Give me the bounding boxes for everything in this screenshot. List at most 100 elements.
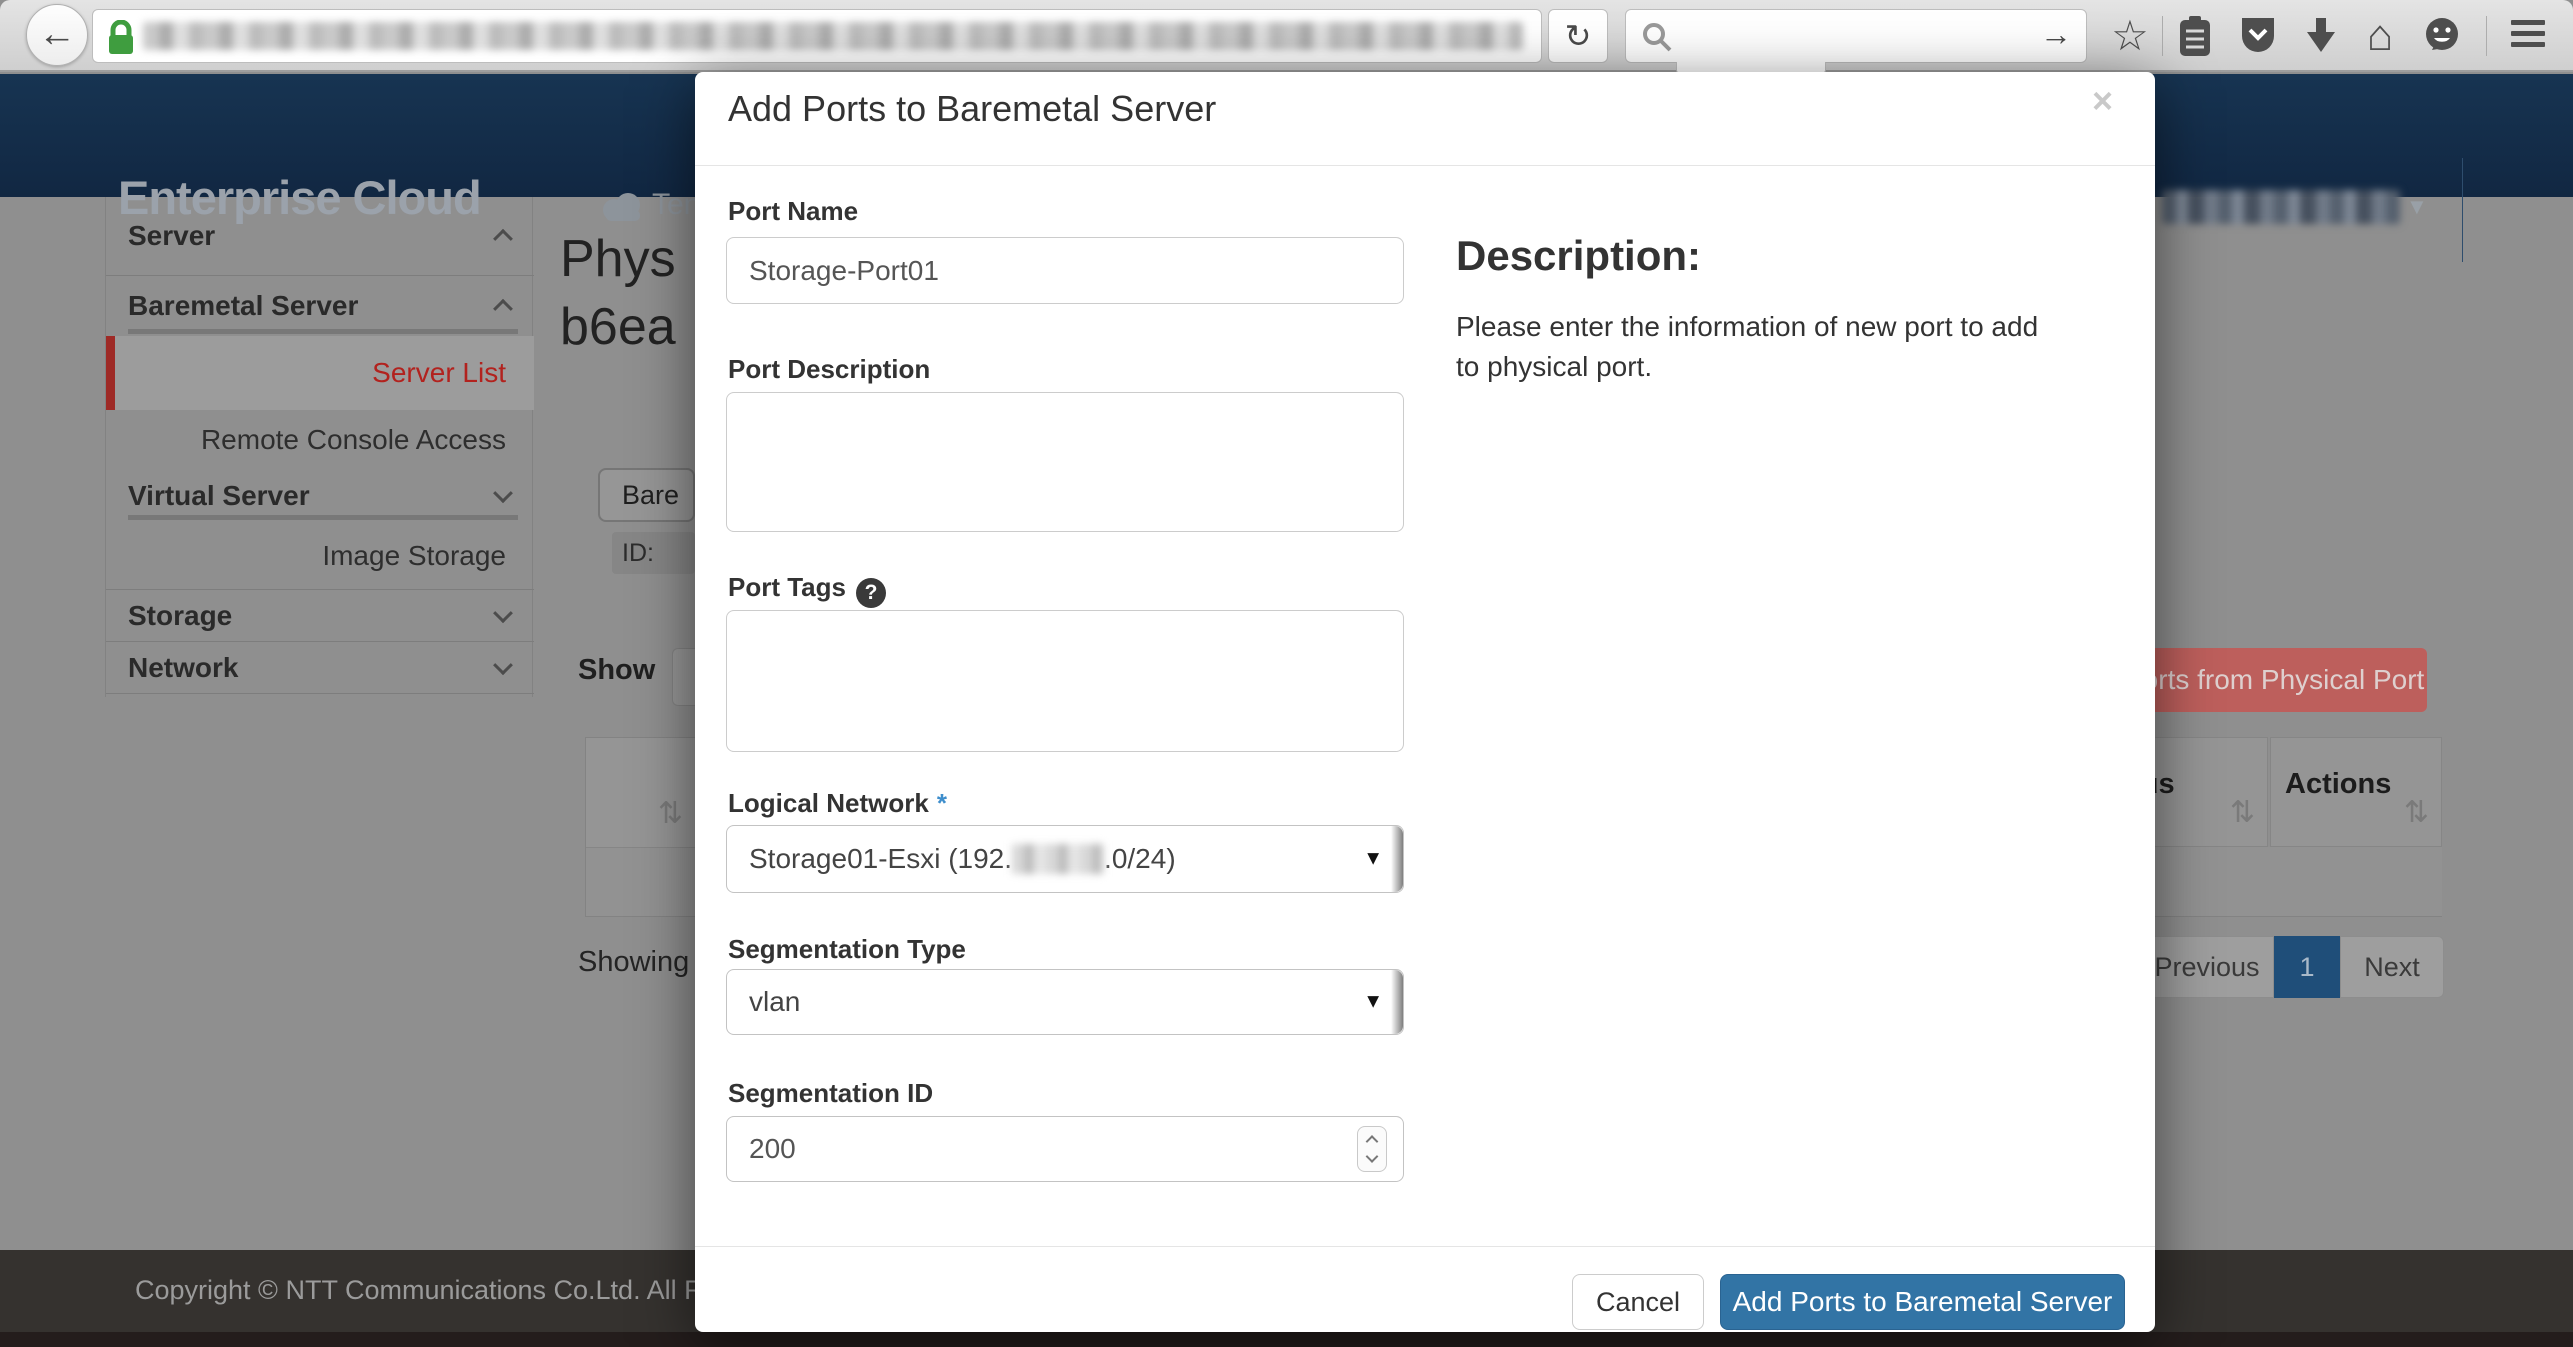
sidebar-label: Storage: [128, 600, 232, 632]
chevron-up-icon: [493, 229, 513, 249]
table-header-cell[interactable]: ⇅: [586, 738, 695, 848]
pagination-page-1[interactable]: 1: [2274, 936, 2340, 998]
close-icon[interactable]: ×: [2092, 80, 2113, 122]
chat-icon[interactable]: [2422, 16, 2462, 56]
search-icon: [1642, 22, 1672, 52]
sidebar-item-image-storage[interactable]: Image Storage: [106, 522, 534, 590]
chevron-down-icon: [493, 603, 513, 623]
search-input[interactable]: →: [1625, 9, 2087, 63]
segmentation-type-label: Segmentation Type: [728, 934, 966, 965]
user-caret-icon: ▼: [2406, 194, 2428, 220]
window-bottom-edge: [0, 1332, 2573, 1347]
sidebar-label: Network: [128, 652, 238, 684]
sort-icon[interactable]: ⇅: [2230, 795, 2255, 830]
chevron-up-icon: [493, 299, 513, 319]
copyright-text: Copyright © NTT Communications Co.Ltd. A…: [135, 1275, 695, 1315]
number-stepper[interactable]: [1357, 1126, 1387, 1172]
tab-label: Bare: [622, 480, 679, 510]
sidebar-label: Server: [128, 220, 215, 252]
sidebar-item-network[interactable]: Network: [106, 642, 534, 694]
modal-title: Add Ports to Baremetal Server: [728, 88, 1216, 130]
segmentation-type-select[interactable]: vlan ▼: [726, 969, 1404, 1035]
add-ports-submit-button[interactable]: Add Ports to Baremetal Server: [1720, 1274, 2125, 1330]
select-edge-shadow: [1391, 970, 1403, 1034]
reading-list-icon[interactable]: [2178, 16, 2212, 58]
lock-icon: [107, 20, 135, 56]
cloud-icon: [600, 192, 646, 222]
sidebar-label: Virtual Server: [128, 480, 310, 512]
port-description-textarea[interactable]: [726, 392, 1404, 532]
ports-table-left: ⇅: [585, 737, 695, 917]
delete-ports-button[interactable]: orts from Physical Port: [2140, 648, 2427, 712]
url-bar[interactable]: [92, 9, 1542, 63]
logical-network-select[interactable]: Storage01-Esxi (192..0/24) ▼: [726, 825, 1404, 893]
sort-icon[interactable]: ⇅: [658, 796, 683, 831]
description-body: Please enter the information of new port…: [1456, 307, 2066, 387]
modal-footer-divider: [695, 1246, 2155, 1247]
sort-icon[interactable]: ⇅: [2404, 795, 2429, 830]
menu-icon[interactable]: [2506, 14, 2550, 58]
sidebar-item-server-list[interactable]: Server List: [106, 336, 534, 410]
url-text-redacted: [143, 22, 1523, 50]
header-divider: [2462, 158, 2463, 262]
segmentation-id-label: Segmentation ID: [728, 1078, 933, 1109]
active-item-marker: [106, 336, 115, 410]
selected-value: Storage01-Esxi (192..0/24): [749, 843, 1176, 875]
sidebar-item-remote-console-access[interactable]: Remote Console Access: [106, 410, 534, 470]
description-heading: Description:: [1456, 232, 1701, 280]
modal-header-divider: [695, 165, 2155, 166]
chevron-down-icon: [493, 483, 513, 503]
back-button[interactable]: ←: [26, 4, 88, 66]
pagination-previous[interactable]: Previous: [2140, 936, 2274, 998]
select-caret-icon: ▼: [1363, 991, 1383, 1014]
selected-value: vlan: [749, 986, 800, 1018]
logical-network-label: Logical Network*: [728, 788, 947, 819]
sidebar-item-server[interactable]: Server: [106, 197, 534, 276]
chevron-down-icon: [493, 655, 513, 675]
server-id-badge: ID: f26: [612, 532, 695, 574]
select-edge-shadow: [1391, 826, 1403, 892]
page-title: Phys b6ea: [560, 225, 695, 365]
port-description-label: Port Description: [728, 354, 930, 385]
showing-entries-text: Showing 0: [578, 946, 695, 986]
user-menu-redacted[interactable]: [2162, 190, 2400, 224]
port-tags-textarea[interactable]: [726, 610, 1404, 752]
reload-button[interactable]: ↻: [1548, 9, 1608, 63]
select-caret-icon: ▼: [1363, 848, 1383, 871]
segmentation-id-input[interactable]: 200: [726, 1116, 1404, 1182]
port-name-label: Port Name: [728, 196, 858, 227]
browser-toolbar: ← ↻ → ☆: [0, 0, 2573, 72]
sidebar-label: Baremetal Server: [128, 290, 358, 322]
toolbar-separator: [2162, 16, 2163, 56]
section-underline: [128, 329, 518, 334]
sidebar-item-baremetal-server[interactable]: Baremetal Server: [106, 276, 534, 336]
port-tags-label: Port Tags?: [728, 572, 886, 608]
show-entries-select[interactable]: [672, 648, 695, 706]
column-label: Actions: [2285, 768, 2391, 801]
sidebar-label: Image Storage: [322, 540, 506, 572]
add-ports-modal: Add Ports to Baremetal Server × Port Nam…: [695, 72, 2155, 1332]
tab-baremetal[interactable]: Bare: [598, 468, 695, 522]
sidebar-label: Remote Console Access: [201, 424, 506, 456]
sidebar-nav: Server Baremetal Server Server List Remo…: [105, 197, 533, 697]
help-icon[interactable]: ?: [856, 578, 886, 608]
sidebar-item-storage[interactable]: Storage: [106, 590, 534, 642]
screen: ← ↻ → ☆: [0, 0, 2573, 1347]
search-go-icon[interactable]: →: [2040, 16, 2072, 53]
bookmark-star-icon[interactable]: ☆: [2106, 14, 2154, 58]
ip-redacted: [1012, 844, 1104, 874]
pagination-next[interactable]: Next: [2340, 936, 2444, 998]
section-underline: [128, 515, 518, 520]
tenant-label: Ten: [652, 188, 695, 222]
show-entries-label: Show: [578, 654, 655, 687]
port-name-input[interactable]: [726, 237, 1404, 304]
sidebar-label-active: Server List: [372, 357, 506, 389]
table-header-actions[interactable]: Actions ⇅: [2270, 737, 2442, 847]
number-value: 200: [749, 1133, 796, 1165]
download-icon[interactable]: [2304, 16, 2338, 58]
home-icon[interactable]: ⌂: [2356, 14, 2404, 58]
pocket-icon[interactable]: [2240, 16, 2276, 56]
sidebar-item-virtual-server[interactable]: Virtual Server: [106, 470, 534, 522]
cancel-button[interactable]: Cancel: [1572, 1274, 1704, 1330]
required-asterisk: *: [937, 788, 947, 818]
